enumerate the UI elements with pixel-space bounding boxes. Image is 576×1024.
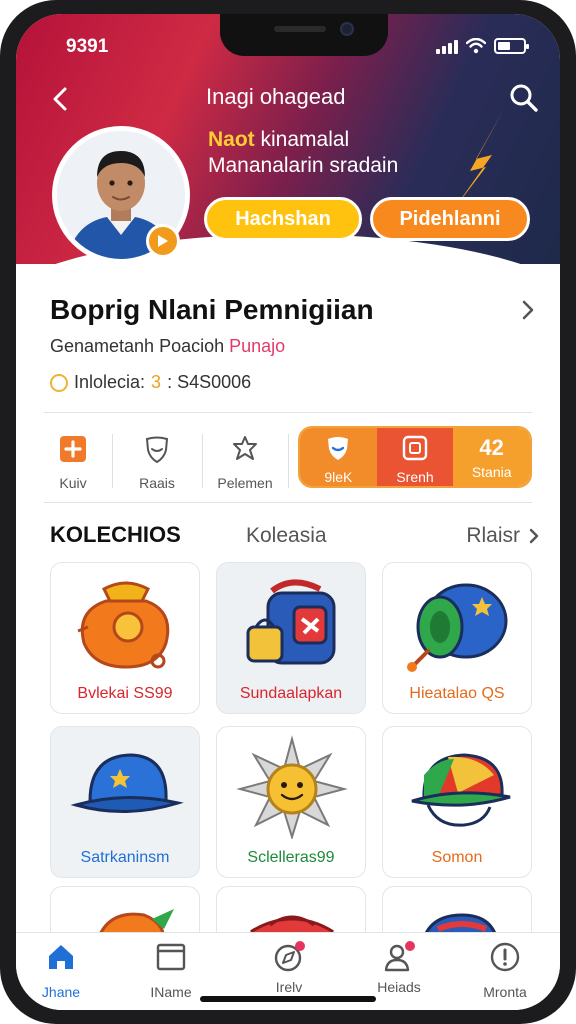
plus-box-icon [60, 436, 86, 462]
backpack-icon [246, 579, 336, 665]
subtitle-accent: Punajo [229, 336, 286, 356]
meta-label: Inlolecia: [74, 372, 146, 392]
nav-name[interactable]: IName [126, 941, 216, 1000]
nav-heiads[interactable]: Heiads [354, 941, 444, 995]
flower-outline-icon [233, 436, 257, 460]
collection-title: Bvlekai SS99 [77, 685, 173, 702]
wifi-icon [466, 38, 486, 54]
header-tagline-2: Mananalarin sradain [208, 154, 399, 177]
numbers-icon: 42 [479, 435, 504, 460]
compass-icon [273, 941, 305, 973]
collection-card[interactable]: Bvlekai SS99 [50, 562, 200, 714]
nav-irelv[interactable]: Irelv [244, 941, 334, 995]
profile-name: Boprig Nlani Pemnigiian [50, 294, 374, 325]
cap-icon [70, 753, 184, 814]
profile-meta: Inlolecia: 3 : S4S0006 [50, 372, 251, 393]
drum-icon [407, 583, 508, 672]
action-raais[interactable]: Raais [112, 428, 202, 500]
search-icon[interactable] [508, 82, 540, 114]
meta-number: 3 [151, 372, 162, 392]
nav-home[interactable]: Jhane [16, 941, 106, 1000]
segment-label: 9leK [324, 469, 353, 485]
nav-mronta[interactable]: Mronta [460, 941, 550, 1000]
coin-bag-icon [77, 581, 170, 669]
chevron-right-icon [529, 528, 539, 544]
notification-dot [405, 941, 415, 951]
back-arrow-icon[interactable] [46, 84, 76, 114]
sun-star-icon [236, 735, 348, 839]
collection-title: Satrkaninsm [80, 849, 170, 866]
coin-icon [50, 373, 68, 392]
segmented-actions: 9leK Srenh 42 Stania [298, 426, 532, 488]
divider [44, 412, 532, 413]
subtitle-main: Genametanh Poacioh [50, 336, 230, 356]
info-circle-icon [490, 942, 520, 972]
shield-outline-icon [145, 436, 169, 464]
status-time: 9391 [66, 36, 109, 57]
front-camera [340, 22, 354, 36]
collection-card[interactable]: Sclelleras99 [216, 726, 366, 878]
chevron-right-icon[interactable] [518, 298, 538, 322]
divider [44, 502, 532, 503]
nav-label: Heiads [377, 979, 421, 995]
collection-title: Sundaalapkan [239, 685, 343, 702]
header-title: Inagi ohagead [206, 84, 346, 109]
action-label: Raais [139, 475, 175, 491]
tagline-rest: kinamalal [254, 128, 350, 151]
action-separator [288, 434, 289, 488]
header-action-button-right[interactable]: Pidehlanni [370, 197, 530, 241]
lightning-bolt-icon [454, 109, 504, 209]
segment-label: Srenh [396, 469, 434, 485]
speaker [274, 26, 326, 32]
collections-more-link[interactable]: Rlaisr [466, 524, 540, 548]
notification-dot [295, 941, 305, 951]
window-icon [156, 943, 186, 971]
collection-card[interactable]: Hieatalao QS [382, 562, 532, 714]
collection-card[interactable]: Satrkaninsm [50, 726, 200, 878]
tagline-highlight: Naot [208, 128, 255, 151]
action-kuiv[interactable]: Kuiv [28, 428, 118, 500]
action-pelemen[interactable]: Pelemen [200, 428, 290, 500]
collection-title: Sclelleras99 [247, 849, 335, 866]
nav-label: Irelv [275, 979, 303, 995]
status-bar: 9391 [50, 36, 529, 58]
signal-icon [436, 38, 458, 54]
action-label: Kuiv [59, 475, 87, 491]
header-action-button-left[interactable]: Hachshan [204, 197, 362, 241]
profile-subtitle: Genametanh Poacioh Punajo [50, 336, 285, 357]
header-tagline-1: Naot kinamalal [208, 128, 349, 152]
verified-badge-icon [146, 224, 180, 258]
more-label: Rlaisr [466, 524, 520, 547]
helmet-icon [411, 753, 511, 827]
phone-frame: 9391 Inagi ohagead Naot kinamalal Manana… [0, 0, 576, 1024]
avatar[interactable] [52, 126, 190, 264]
segment-9lek[interactable]: 9leK [300, 428, 377, 486]
home-icon [49, 945, 73, 969]
collection-card[interactable]: Somon [382, 726, 532, 878]
meta-value: : S4S0006 [167, 372, 252, 392]
nav-label: Jhane [41, 984, 81, 1000]
segment-label: Stania [471, 464, 512, 480]
action-label: Pelemen [217, 475, 273, 491]
segment-stania[interactable]: 42 Stania [453, 428, 530, 486]
segment-srenh[interactable]: Srenh [376, 428, 454, 486]
home-indicator[interactable] [200, 996, 376, 1002]
collections-heading: KOLECHIOS [50, 522, 181, 547]
collection-title: Hieatalao QS [409, 685, 505, 702]
battery-icon [494, 38, 529, 54]
frame-icon [402, 435, 428, 461]
people-icon [383, 941, 415, 973]
collection-title: Somon [431, 849, 483, 866]
shield-badge-icon [328, 437, 349, 460]
nav-label: Mronta [483, 984, 527, 1000]
collection-card[interactable]: Sundaalapkan [216, 562, 366, 714]
app-screen: 9391 Inagi ohagead Naot kinamalal Manana… [16, 14, 560, 1010]
status-icons [436, 38, 529, 54]
collections-tab[interactable]: Koleasia [246, 524, 327, 548]
